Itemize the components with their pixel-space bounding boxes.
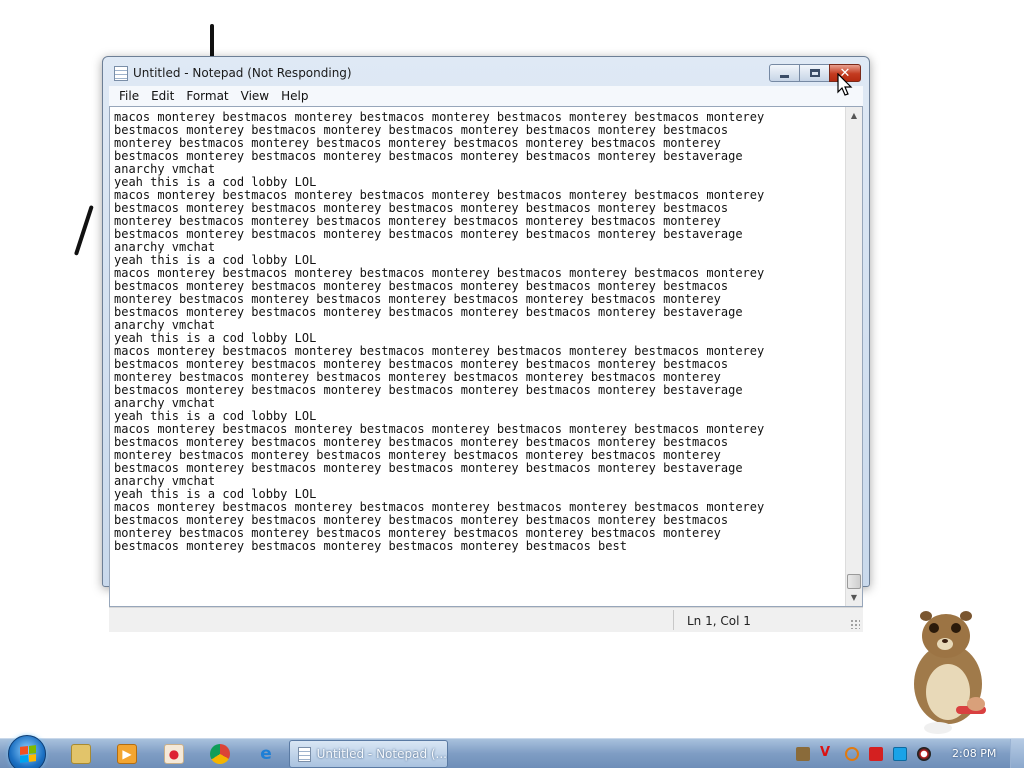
display-icon[interactable] xyxy=(893,747,907,761)
desktop-doodle-stroke xyxy=(73,205,94,256)
status-bar: Ln 1, Col 1 xyxy=(109,607,863,632)
speaker-icon[interactable] xyxy=(917,747,931,761)
media-player-icon[interactable]: ▶ xyxy=(117,744,137,764)
menu-help[interactable]: Help xyxy=(275,89,314,103)
menu-file[interactable]: File xyxy=(113,89,145,103)
antivirus-icon[interactable]: V xyxy=(820,745,834,760)
maximize-icon xyxy=(809,69,820,77)
tray-app-icon[interactable] xyxy=(796,747,810,761)
search-tool-icon[interactable] xyxy=(845,747,859,761)
notepad-app-icon xyxy=(298,746,311,762)
window-title: Untitled - Notepad (Not Responding) xyxy=(133,66,352,80)
explorer-icon[interactable] xyxy=(71,744,91,764)
scroll-up-arrow-icon[interactable]: ▲ xyxy=(846,107,862,124)
menu-bar: File Edit Format View Help xyxy=(109,86,863,106)
chrome-icon[interactable] xyxy=(210,744,230,764)
resize-grip-icon[interactable] xyxy=(850,619,860,629)
title-bar[interactable]: Untitled - Notepad (Not Responding) ✕ xyxy=(103,57,869,87)
cursor-position: Ln 1, Col 1 xyxy=(687,614,751,628)
flag-icon[interactable] xyxy=(869,747,883,761)
status-divider xyxy=(673,610,674,630)
minimize-icon xyxy=(780,74,789,78)
desktop-doodle-stroke xyxy=(210,24,214,58)
maximize-button[interactable] xyxy=(799,64,830,82)
scroll-down-arrow-icon[interactable]: ▼ xyxy=(846,589,862,606)
menu-view[interactable]: View xyxy=(235,89,275,103)
scroll-thumb[interactable] xyxy=(847,574,861,589)
ie-icon[interactable]: e xyxy=(256,744,276,764)
show-desktop-button[interactable] xyxy=(1010,739,1024,768)
menu-edit[interactable]: Edit xyxy=(145,89,180,103)
vertical-scrollbar[interactable]: ▲ ▼ xyxy=(845,107,862,606)
windows-logo-icon xyxy=(20,745,36,763)
start-button[interactable] xyxy=(8,735,46,768)
taskbar-notepad-task[interactable]: Untitled - Notepad (... xyxy=(289,740,448,768)
minimize-button[interactable] xyxy=(769,64,800,82)
editor-pane: macos monterey bestmacos monterey bestma… xyxy=(109,106,863,607)
notepad-app-icon[interactable] xyxy=(114,66,128,81)
taskbar-task-label: Untitled - Notepad (... xyxy=(316,747,447,761)
menu-format[interactable]: Format xyxy=(180,89,234,103)
taskbar-clock[interactable]: 2:08 PM xyxy=(952,747,996,760)
notepad-window: Untitled - Notepad (Not Responding) ✕ Fi… xyxy=(102,56,870,632)
paint-icon[interactable]: ● xyxy=(164,744,184,764)
hamster-mascot-icon xyxy=(914,611,986,734)
mouse-cursor-icon xyxy=(837,73,853,96)
text-editor[interactable]: macos monterey bestmacos monterey bestma… xyxy=(110,107,845,606)
taskbar: ▶ ● e Untitled - Notepad (... V 2:08 PM xyxy=(0,735,1024,768)
